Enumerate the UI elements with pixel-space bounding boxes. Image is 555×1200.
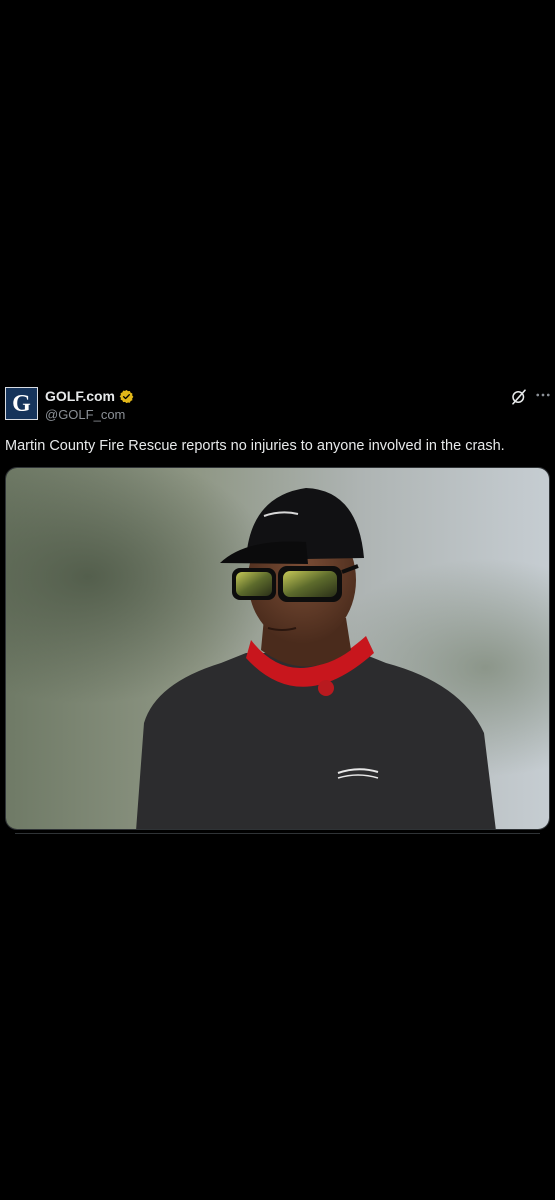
verified-badge-icon xyxy=(119,389,134,403)
post-photo[interactable] xyxy=(5,467,550,830)
author-handle[interactable]: @GOLF_com xyxy=(45,407,134,422)
avatar-letter: G xyxy=(12,390,31,417)
avatar[interactable]: G xyxy=(5,387,38,420)
post-divider xyxy=(15,833,540,834)
golfer-photo xyxy=(6,468,549,829)
post-text: Martin County Fire Rescue reports no inj… xyxy=(5,438,505,454)
author-display-name[interactable]: GOLF.com xyxy=(45,388,115,404)
author-info[interactable]: GOLF.com @GOLF_com xyxy=(45,387,134,422)
screen: G GOLF.com @GOLF_com Martin County Fire … xyxy=(0,0,555,1200)
grok-icon[interactable] xyxy=(510,388,528,406)
post[interactable]: G GOLF.com @GOLF_com Martin County Fire … xyxy=(0,384,555,834)
post-header: G GOLF.com @GOLF_com xyxy=(0,384,555,424)
more-options-icon[interactable] xyxy=(534,386,552,404)
name-row: GOLF.com xyxy=(45,387,134,405)
